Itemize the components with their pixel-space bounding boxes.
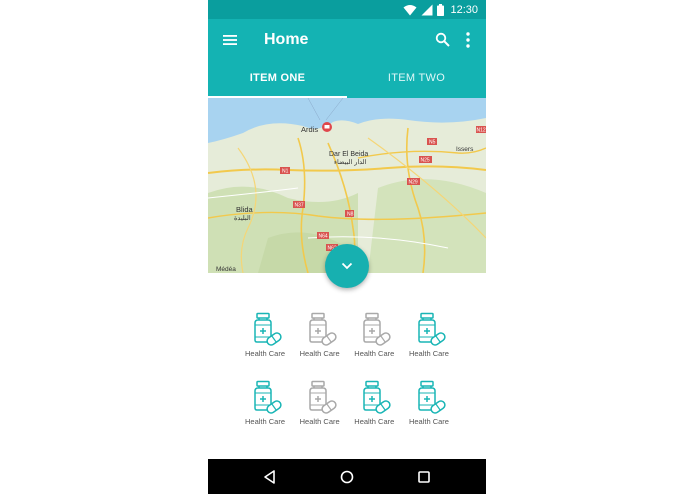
medicine-bottle-icon — [254, 380, 282, 414]
road-label-n29: N29 — [409, 180, 418, 186]
map-label-dar-el-beida: Dar El Beida — [329, 151, 368, 158]
status-icons: 12:30 — [403, 2, 478, 17]
category-grid: Health Care Health Care Health Care Heal… — [238, 312, 456, 426]
category-label: Health Care — [354, 349, 395, 358]
map-label-ardis: Ardis — [301, 125, 318, 134]
back-icon[interactable] — [261, 468, 279, 486]
app-bar: Home — [208, 19, 486, 61]
medicine-bottle-icon — [418, 312, 446, 346]
more-vert-icon[interactable] — [464, 31, 472, 49]
category-item-health-care[interactable]: Health Care — [402, 380, 456, 426]
category-label: Health Care — [244, 417, 286, 426]
status-bar: 12:30 — [208, 0, 486, 19]
category-item-health-care[interactable]: Health Care — [347, 312, 401, 358]
map-label-blida: Blida — [236, 205, 254, 214]
map-label-dar-el-beida-ar: الدار البيضاء — [334, 158, 367, 166]
category-item-health-care[interactable]: Health Care — [293, 312, 347, 358]
medicine-bottle-icon — [363, 312, 391, 346]
category-label: Health Care — [408, 349, 449, 358]
category-label: Health Care — [354, 417, 395, 426]
medicine-bottle-icon — [418, 380, 446, 414]
road-label-n25: N25 — [421, 158, 430, 164]
category-row: Health Care Health Care Health Care Heal… — [238, 312, 456, 358]
road-label-n12: N12 — [477, 128, 486, 134]
battery-icon — [437, 3, 445, 16]
phone-screen: 12:30 Home ITEM ONE ITEM TWO N1 N37 N8 N… — [208, 0, 486, 494]
road-label-n64: N64 — [319, 234, 328, 240]
road-label-n8: N8 — [347, 212, 354, 218]
medicine-bottle-icon — [254, 312, 282, 346]
recents-icon[interactable] — [415, 468, 433, 486]
menu-icon[interactable] — [222, 32, 238, 48]
category-item-health-care[interactable]: Health Care — [238, 380, 292, 426]
category-row: Health Care Health Care Health Care Heal… — [238, 380, 456, 426]
system-nav-bar — [208, 459, 486, 494]
map-label-isser: Issers — [456, 146, 474, 153]
tab-item-one[interactable]: ITEM ONE — [208, 61, 347, 98]
road-label-n37: N37 — [295, 203, 304, 209]
cell-signal-icon — [421, 4, 433, 15]
medicine-bottle-icon — [308, 312, 337, 346]
home-icon[interactable] — [338, 468, 356, 486]
map-label-blida-ar: البليدة — [234, 214, 251, 222]
tab-item-two[interactable]: ITEM TWO — [347, 61, 486, 98]
category-label: Health Care — [408, 417, 449, 426]
road-label-n5: N5 — [429, 140, 436, 146]
category-label: Health Care — [299, 417, 340, 426]
status-time: 12:30 — [450, 3, 478, 16]
search-icon[interactable] — [435, 32, 450, 47]
category-label: Health Care — [299, 349, 340, 358]
tab-bar: ITEM ONE ITEM TWO — [208, 61, 486, 98]
expand-fab-button[interactable] — [325, 244, 369, 288]
wifi-icon — [403, 4, 417, 15]
category-item-health-care[interactable]: Health Care — [238, 312, 292, 358]
medicine-bottle-icon — [308, 380, 337, 414]
category-item-health-care[interactable]: Health Care — [402, 312, 456, 358]
page-title: Home — [264, 31, 309, 48]
chevron-down-icon — [341, 262, 353, 270]
road-label-n1: N1 — [282, 169, 289, 175]
category-label: Health Care — [244, 349, 286, 358]
medicine-bottle-icon — [363, 380, 391, 414]
category-item-health-care[interactable]: Health Care — [293, 380, 347, 426]
map-label-medea: Médéa — [216, 266, 236, 273]
category-item-health-care[interactable]: Health Care — [347, 380, 401, 426]
